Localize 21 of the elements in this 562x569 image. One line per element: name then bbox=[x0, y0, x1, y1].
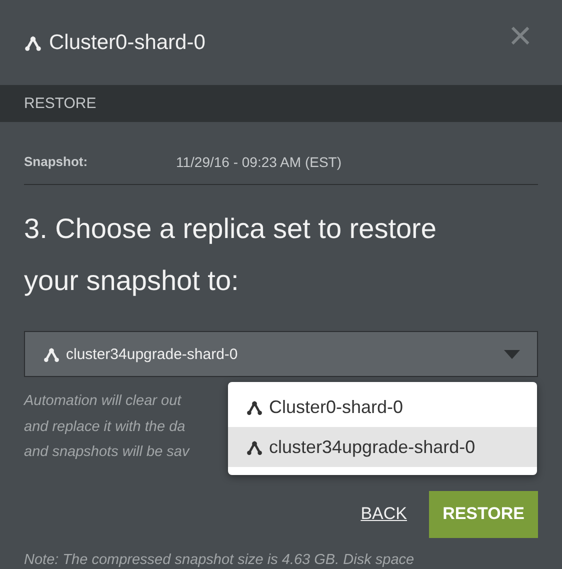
help-text: and replace it with the da bbox=[24, 418, 186, 436]
help-text: and snapshots will be sav bbox=[24, 443, 190, 462]
section-title: RESTORE bbox=[24, 95, 96, 112]
snapshot-value: 11/29/16 - 09:23 AM (EST) bbox=[176, 154, 342, 170]
option-label: Cluster0-shard-0 bbox=[269, 396, 404, 418]
replica-set-icon bbox=[246, 438, 263, 456]
modal-title: Cluster0-shard-0 bbox=[49, 30, 206, 54]
help-text: Automation will clear out bbox=[24, 392, 182, 411]
dropdown-option[interactable]: Cluster0-shard-0 bbox=[228, 387, 537, 427]
dropdown-option[interactable]: cluster34upgrade-shard-0 bbox=[228, 427, 537, 467]
replica-set-select[interactable]: cluster34upgrade-shard-0 bbox=[24, 331, 538, 377]
replica-set-icon bbox=[24, 34, 42, 52]
dropdown-caret-icon bbox=[504, 350, 520, 358]
snapshot-label: Snapshot: bbox=[24, 154, 89, 169]
back-link[interactable]: BACK bbox=[360, 504, 407, 524]
replica-set-icon bbox=[246, 398, 263, 416]
note-text: Note: The compressed snapshot size is 4.63 GB. Disk space bbox=[24, 552, 416, 568]
option-label: cluster34upgrade-shard-0 bbox=[269, 436, 476, 458]
step-heading: 3. Choose a replica set to restore your snapshot to: bbox=[24, 212, 438, 298]
replica-set-icon bbox=[43, 346, 60, 362]
select-value: cluster34upgrade-shard-0 bbox=[66, 346, 238, 362]
